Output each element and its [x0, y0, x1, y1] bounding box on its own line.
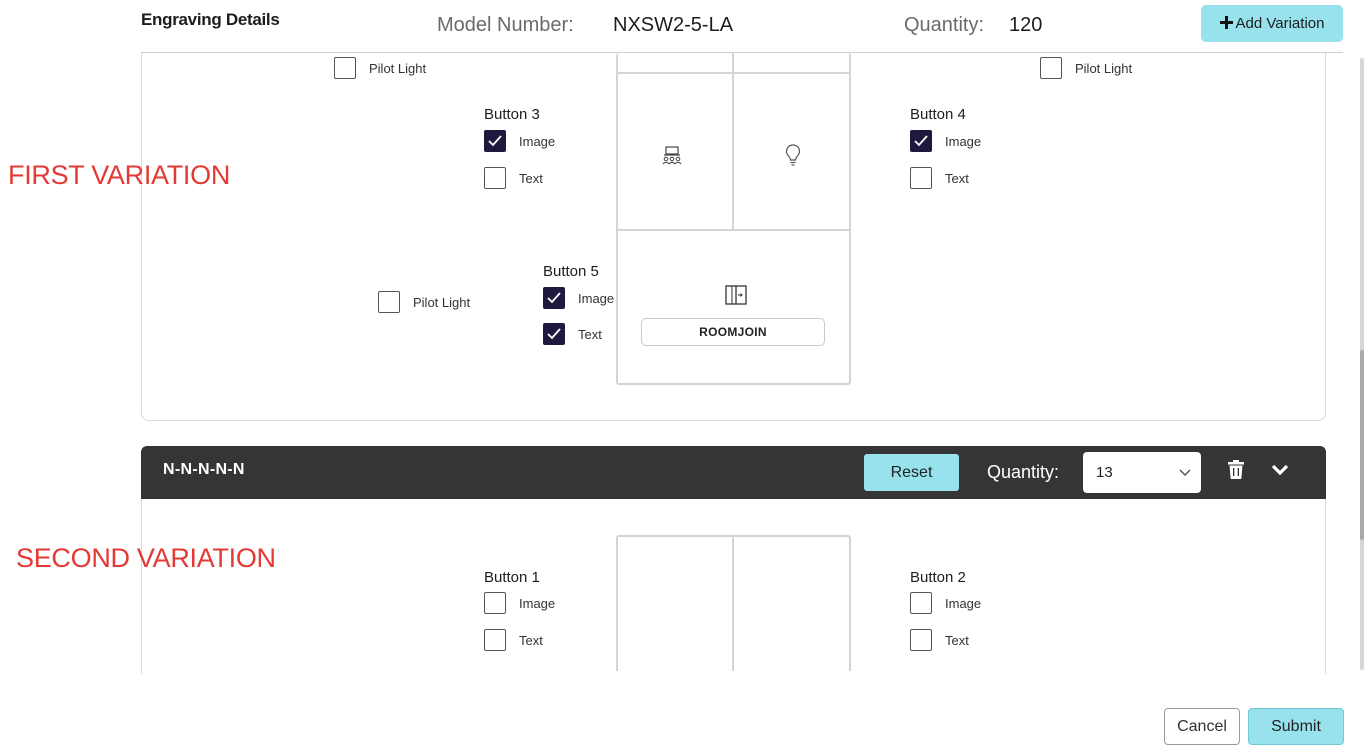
variation-quantity-value: 13: [1096, 464, 1113, 481]
button-5-image-label: Image: [578, 291, 615, 306]
button-5-image-checkbox[interactable]: [543, 287, 565, 309]
audience-icon[interactable]: [661, 146, 683, 171]
button-2-text-label: Text: [945, 633, 969, 648]
scrollbar-thumb[interactable]: [1360, 350, 1364, 540]
button-1-image-label: Image: [519, 596, 556, 611]
pilot-light-checkbox[interactable]: [378, 291, 400, 313]
pilot-light-checkbox[interactable]: [334, 57, 356, 79]
roomjoin-text-field[interactable]: ROOMJOIN: [641, 318, 825, 346]
add-variation-label: Add Variation: [1235, 15, 1325, 32]
button-3-image-label: Image: [519, 134, 556, 149]
plate-col-divider: [732, 53, 734, 231]
button-4-title: Button 4: [910, 106, 966, 123]
variation-name: N-N-N-N-N: [163, 461, 245, 478]
chevron-down-icon[interactable]: [1271, 463, 1289, 481]
pilot-light-label: Pilot Light: [369, 61, 427, 76]
button-1-text-label: Text: [519, 633, 543, 648]
button-2-image-checkbox[interactable]: [910, 592, 932, 614]
button-3-text-checkbox[interactable]: [484, 167, 506, 189]
button-4-image-checkbox[interactable]: [910, 130, 932, 152]
variation-quantity-select[interactable]: 13: [1083, 452, 1201, 493]
page-title: Engraving Details: [141, 10, 280, 29]
button-4-image-label: Image: [945, 134, 982, 149]
plus-icon: [1219, 13, 1233, 34]
button-2-image-label: Image: [945, 596, 982, 611]
button-5-text-label: Text: [578, 327, 602, 342]
plate-col-divider: [732, 535, 734, 671]
model-number-label: Model Number:: [437, 14, 574, 36]
submit-button[interactable]: Submit: [1248, 708, 1344, 745]
pilot-light-checkbox[interactable]: [1040, 57, 1062, 79]
button-2-text-checkbox[interactable]: [910, 629, 932, 651]
button-5-text-checkbox[interactable]: [543, 323, 565, 345]
button-3-text-label: Text: [519, 171, 543, 186]
model-number-value: NXSW2-5-LA: [613, 14, 734, 36]
total-quantity-value: 120: [1009, 14, 1043, 36]
button-1-title: Button 1: [484, 569, 540, 586]
first-variation-annotation: FIRST VARIATION: [8, 160, 231, 190]
button-5-title: Button 5: [543, 263, 599, 280]
plate-row-divider: [616, 229, 851, 231]
button-3-title: Button 3: [484, 106, 540, 123]
cancel-button[interactable]: Cancel: [1164, 708, 1240, 745]
button-3-image-checkbox[interactable]: [484, 130, 506, 152]
trash-icon[interactable]: [1228, 460, 1244, 484]
pilot-light-label: Pilot Light: [1075, 61, 1133, 76]
reset-button[interactable]: Reset: [864, 454, 959, 491]
button-4-text-checkbox[interactable]: [910, 167, 932, 189]
total-quantity-label: Quantity:: [904, 14, 985, 36]
room-join-icon[interactable]: [725, 285, 747, 310]
variation-quantity-label: Quantity:: [987, 462, 1060, 482]
pilot-light-label: Pilot Light: [413, 295, 471, 310]
add-variation-button[interactable]: Add Variation: [1201, 5, 1343, 42]
button-1-text-checkbox[interactable]: [484, 629, 506, 651]
button-2-title: Button 2: [910, 569, 966, 586]
lightbulb-icon[interactable]: [785, 144, 801, 171]
button-1-image-checkbox[interactable]: [484, 592, 506, 614]
button-4-text-label: Text: [945, 171, 969, 186]
second-variation-annotation: SECOND VARIATION: [16, 543, 276, 573]
chevron-down-icon: [1179, 464, 1191, 481]
